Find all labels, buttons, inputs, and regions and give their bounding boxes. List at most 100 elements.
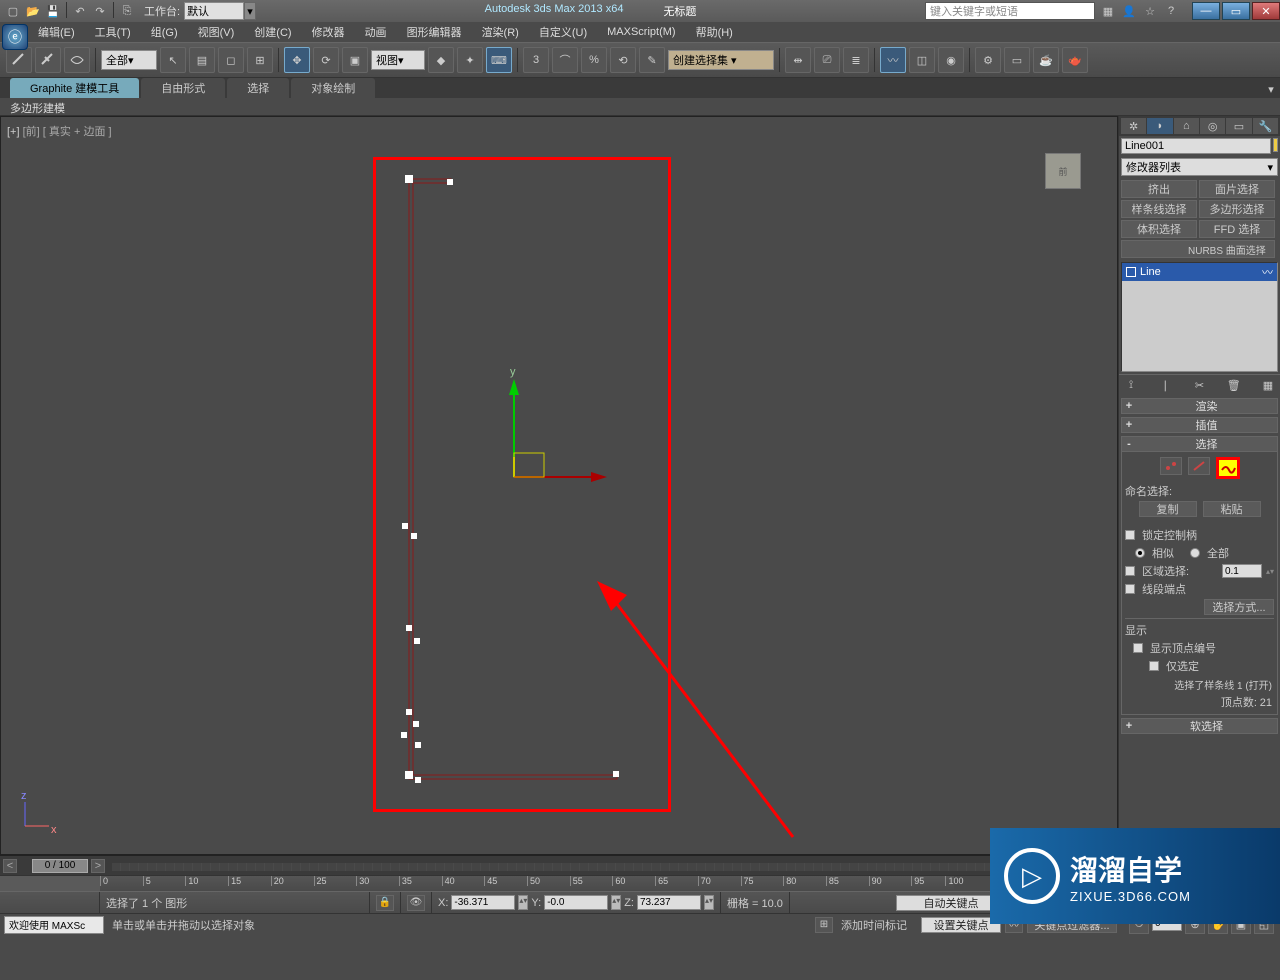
snap3-icon[interactable]: 3 — [523, 47, 549, 73]
subobj-segment-icon[interactable] — [1188, 457, 1210, 475]
object-color-swatch[interactable] — [1273, 138, 1278, 152]
comm-center-icon[interactable]: ⊞ — [815, 917, 833, 933]
select-name-icon[interactable]: ▤ — [189, 47, 215, 73]
bind-tool-icon[interactable] — [64, 47, 90, 73]
redo-icon[interactable]: ↷ — [91, 2, 109, 20]
select-by-button[interactable]: 选择方式... — [1204, 599, 1274, 615]
mod-btn-volsel[interactable]: 体积选择 — [1121, 220, 1197, 238]
area-select-check[interactable] — [1125, 566, 1135, 576]
align-icon[interactable]: ⎚ — [814, 47, 840, 73]
menu-customize[interactable]: 自定义(U) — [529, 22, 597, 42]
menu-help[interactable]: 帮助(H) — [686, 22, 743, 42]
scale-tool-icon[interactable]: ▣ — [342, 47, 368, 73]
mirror-icon[interactable]: ⇹ — [785, 47, 811, 73]
render-frame-icon[interactable]: ▭ — [1004, 47, 1030, 73]
rollout-select[interactable]: -选择 — [1121, 436, 1278, 452]
tab-display-icon[interactable]: ▭ — [1226, 118, 1251, 134]
viewport[interactable]: [+] [前] [ 真实 + 边面 ] 前 y — [0, 116, 1118, 855]
segend-check[interactable] — [1125, 584, 1135, 594]
link-icon[interactable]: ⎘ — [118, 2, 136, 20]
ribbon-panel-label[interactable]: 多边形建模 — [0, 98, 1280, 116]
curve-editor-icon[interactable]: 〰 — [880, 47, 906, 73]
ribbon-tab-freeform[interactable]: 自由形式 — [141, 78, 225, 98]
move-tool-icon[interactable]: ✥ — [284, 47, 310, 73]
timeline-prev-icon[interactable]: < — [3, 859, 17, 873]
mod-btn-extrude[interactable]: 挤出 — [1121, 180, 1197, 198]
configure-icon[interactable]: ▦ — [1260, 377, 1276, 393]
ribbon-collapse-icon[interactable]: ▾ — [1262, 80, 1280, 98]
time-thumb[interactable]: 0 / 100 — [32, 859, 88, 873]
open-icon[interactable]: 📂 — [24, 2, 42, 20]
selection-filter-combo[interactable]: 全部 ▾ — [101, 50, 157, 70]
menu-edit[interactable]: 编辑(E) — [28, 22, 85, 42]
menu-tools[interactable]: 工具(T) — [85, 22, 141, 42]
menu-grapheditor[interactable]: 图形编辑器 — [397, 22, 472, 42]
maximize-button[interactable]: ▭ — [1222, 2, 1250, 20]
select-tool-icon[interactable]: ↖ — [160, 47, 186, 73]
make-unique-icon[interactable]: ✂ — [1192, 377, 1208, 393]
menu-group[interactable]: 组(G) — [141, 22, 188, 42]
apps-icon[interactable]: ▦ — [1099, 2, 1117, 20]
tab-utilities-icon[interactable]: 🔧 — [1253, 118, 1278, 134]
named-set-combo[interactable]: 创建选择集 ▾ — [668, 50, 774, 70]
editnamed-icon[interactable]: ✎ — [639, 47, 665, 73]
tab-hierarchy-icon[interactable]: ⌂ — [1174, 118, 1199, 134]
menu-maxscript[interactable]: MAXScript(M) — [597, 24, 685, 40]
lock-handles-check[interactable] — [1125, 530, 1135, 540]
area-value-spinner[interactable]: 0.1 — [1222, 564, 1262, 578]
schematic-icon[interactable]: ◫ — [909, 47, 935, 73]
coord-x[interactable]: -36.371 — [451, 895, 515, 910]
percentsnap-icon[interactable]: % — [581, 47, 607, 73]
ribbon-tab-graphite[interactable]: Graphite 建模工具 — [10, 78, 139, 98]
lock-sel-icon[interactable]: 🔒 — [376, 895, 394, 911]
help-icon[interactable]: ? — [1162, 2, 1180, 20]
mod-btn-ffdsel[interactable]: FFD 选择 — [1199, 220, 1275, 238]
object-name-input[interactable] — [1121, 138, 1271, 154]
manipulate-icon[interactable]: ✦ — [457, 47, 483, 73]
search-input[interactable]: 键入关键字或短语 — [925, 2, 1095, 20]
paste-button[interactable]: 粘贴 — [1203, 501, 1261, 517]
script-listener[interactable]: 欢迎使用 MAXSc — [4, 916, 104, 934]
selonly-check[interactable] — [1149, 661, 1159, 671]
save-icon[interactable]: 💾 — [44, 2, 62, 20]
render-prod-icon[interactable]: 🫖 — [1062, 47, 1088, 73]
tab-motion-icon[interactable]: ◎ — [1200, 118, 1225, 134]
pin-stack-icon[interactable]: ⟟ — [1123, 377, 1139, 393]
menu-create[interactable]: 创建(C) — [244, 22, 301, 42]
minimize-button[interactable]: — — [1192, 2, 1220, 20]
modifier-list-combo[interactable]: 修改器列表▾ — [1121, 158, 1278, 176]
timeline-next-icon[interactable]: > — [91, 859, 105, 873]
refcoord-combo[interactable]: 视图 ▾ — [371, 50, 425, 70]
copy-button[interactable]: 复制 — [1139, 501, 1197, 517]
mod-btn-polysel[interactable]: 多边形选择 — [1199, 200, 1275, 218]
workbench-drop-icon[interactable]: ▾ — [244, 2, 256, 20]
similar-radio[interactable] — [1135, 548, 1145, 558]
rollout-interp[interactable]: +插值 — [1121, 417, 1278, 433]
spinnersnap-icon[interactable]: ⟲ — [610, 47, 636, 73]
subobj-spline-icon[interactable] — [1216, 457, 1240, 479]
menu-render[interactable]: 渲染(R) — [472, 22, 529, 42]
coord-y[interactable]: -0.0 — [544, 895, 608, 910]
modifier-stack[interactable]: Line〰 — [1121, 262, 1278, 372]
pivot-icon[interactable]: ◆ — [428, 47, 454, 73]
show-vnum-check[interactable] — [1133, 643, 1143, 653]
app-menu-button[interactable]: ⓔ — [2, 24, 28, 50]
mod-btn-splinesel[interactable]: 样条线选择 — [1121, 200, 1197, 218]
ribbon-tab-select[interactable]: 选择 — [227, 78, 289, 98]
anglesnap-icon[interactable]: ⌒ — [552, 47, 578, 73]
keyboard-icon[interactable]: ⌨ — [486, 47, 512, 73]
link-tool-icon[interactable] — [6, 47, 32, 73]
rotate-tool-icon[interactable]: ⟳ — [313, 47, 339, 73]
select-window-icon[interactable]: ⊞ — [247, 47, 273, 73]
menu-view[interactable]: 视图(V) — [188, 22, 245, 42]
workbench-combo[interactable]: 默认 — [184, 2, 244, 20]
coord-z[interactable]: 73.237 — [637, 895, 701, 910]
tab-modify-icon[interactable]: ◗ — [1147, 118, 1172, 134]
tab-create-icon[interactable]: ✲ — [1121, 118, 1146, 134]
close-button[interactable]: ✕ — [1252, 2, 1280, 20]
render-setup-icon[interactable]: ⚙ — [975, 47, 1001, 73]
rollout-softsel[interactable]: +软选择 — [1121, 718, 1278, 734]
all-radio[interactable] — [1190, 548, 1200, 558]
new-icon[interactable]: ▢ — [4, 2, 22, 20]
layers-icon[interactable]: ≣ — [843, 47, 869, 73]
